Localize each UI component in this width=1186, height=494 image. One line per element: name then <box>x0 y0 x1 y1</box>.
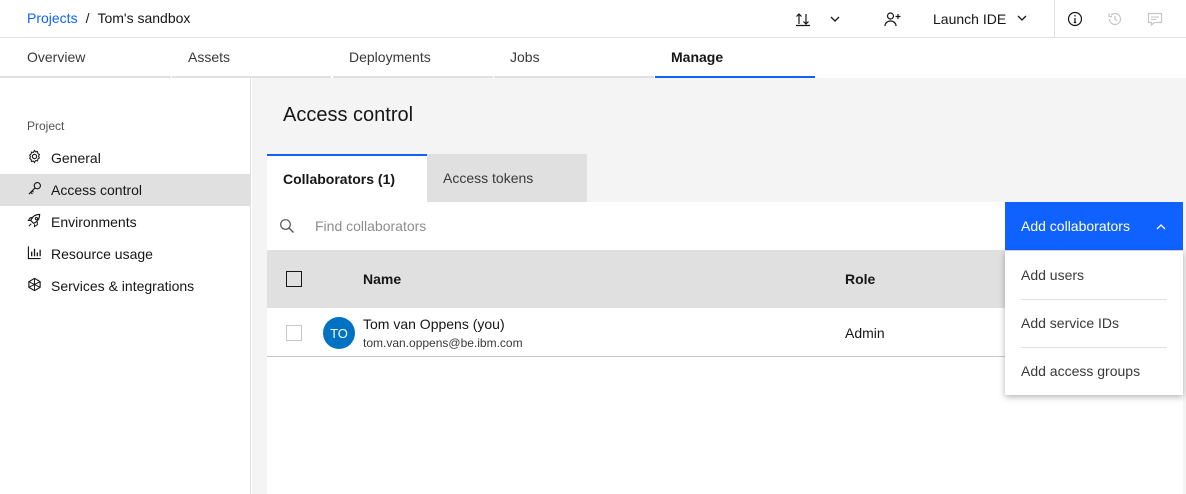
tab-overview[interactable]: Overview <box>0 38 171 78</box>
sidebar-item-general[interactable]: General <box>0 142 251 174</box>
breadcrumb-separator: / <box>85 10 90 26</box>
collaborator-email: tom.van.oppens@be.ibm.com <box>363 336 523 350</box>
add-collaborators-menu: Add users Add service IDs Add access gro… <box>1005 251 1183 395</box>
information-icon <box>1067 11 1083 27</box>
sidebar-item-environments[interactable]: Environments <box>0 206 251 238</box>
header-divider <box>1054 0 1055 38</box>
select-all-checkbox[interactable] <box>286 271 302 287</box>
chat-icon <box>1147 11 1163 27</box>
sidebar-item-access-control[interactable]: Access control <box>0 174 251 206</box>
history-icon <box>1107 11 1123 27</box>
comments-button[interactable] <box>1146 0 1164 38</box>
search-bar <box>267 202 1005 250</box>
add-collaborators-button[interactable]: Add collaborators <box>1005 202 1183 250</box>
integrations-icon <box>27 277 42 295</box>
tab-manage[interactable]: Manage <box>655 38 815 78</box>
chevron-up-icon <box>1155 220 1167 236</box>
rocket-icon <box>27 213 42 231</box>
information-button[interactable] <box>1066 0 1084 38</box>
sidebar-item-label: General <box>51 150 101 166</box>
launch-ide-button[interactable]: Launch IDE <box>933 0 1028 38</box>
import-menu-button[interactable] <box>826 0 844 38</box>
key-icon <box>27 181 42 199</box>
bar-chart-icon <box>27 245 42 263</box>
menu-item-add-access-groups[interactable]: Add access groups <box>1005 347 1183 395</box>
upload-download-button[interactable] <box>790 0 816 38</box>
page-title: Access control <box>283 104 414 126</box>
column-header-name[interactable]: Name <box>363 250 401 308</box>
sidebar-item-resource-usage[interactable]: Resource usage <box>0 238 251 270</box>
search-icon <box>279 218 295 237</box>
manage-sidebar: Project General Access control Environme… <box>0 78 251 494</box>
menu-item-add-users[interactable]: Add users <box>1005 251 1183 299</box>
tab-deployments[interactable]: Deployments <box>333 38 493 78</box>
add-user-icon <box>884 11 902 27</box>
sidebar-item-label: Services & integrations <box>51 278 195 294</box>
sidebar-heading: Project <box>27 119 65 133</box>
collaborator-role: Admin <box>845 325 885 341</box>
chevron-down-icon <box>1016 11 1028 27</box>
launch-ide-label: Launch IDE <box>933 11 1007 27</box>
add-collaborators-label: Add collaborators <box>1021 218 1130 234</box>
avatar: TO <box>323 317 355 349</box>
tab-assets[interactable]: Assets <box>172 38 331 78</box>
chevron-down-icon <box>829 13 841 25</box>
row-checkbox[interactable] <box>286 325 302 341</box>
tab-access-tokens[interactable]: Access tokens <box>427 154 587 202</box>
breadcrumb-current: Tom's sandbox <box>97 10 191 26</box>
column-header-role[interactable]: Role <box>845 250 875 308</box>
sidebar-item-label: Environments <box>51 214 137 230</box>
breadcrumb: Projects / Tom's sandbox <box>27 10 190 26</box>
project-tabs: Overview Assets Deployments Jobs Manage <box>0 38 1186 78</box>
breadcrumb-projects-link[interactable]: Projects <box>27 10 78 26</box>
search-input[interactable] <box>303 202 993 250</box>
sidebar-item-label: Access control <box>51 182 143 198</box>
history-button[interactable] <box>1106 0 1124 38</box>
sidebar-item-label: Resource usage <box>51 246 153 262</box>
sidebar-item-services-integrations[interactable]: Services & integrations <box>0 270 251 302</box>
gear-icon <box>27 149 42 167</box>
top-header: Projects / Tom's sandbox Launch IDE <box>0 0 1186 38</box>
collaborator-name: Tom van Oppens (you) <box>363 316 505 332</box>
upload-download-icon <box>795 11 811 27</box>
tab-collaborators[interactable]: Collaborators (1) <box>267 154 427 202</box>
tab-jobs[interactable]: Jobs <box>494 38 654 78</box>
add-collaborator-header-button[interactable] <box>882 0 904 38</box>
menu-item-add-service-ids[interactable]: Add service IDs <box>1005 299 1183 347</box>
